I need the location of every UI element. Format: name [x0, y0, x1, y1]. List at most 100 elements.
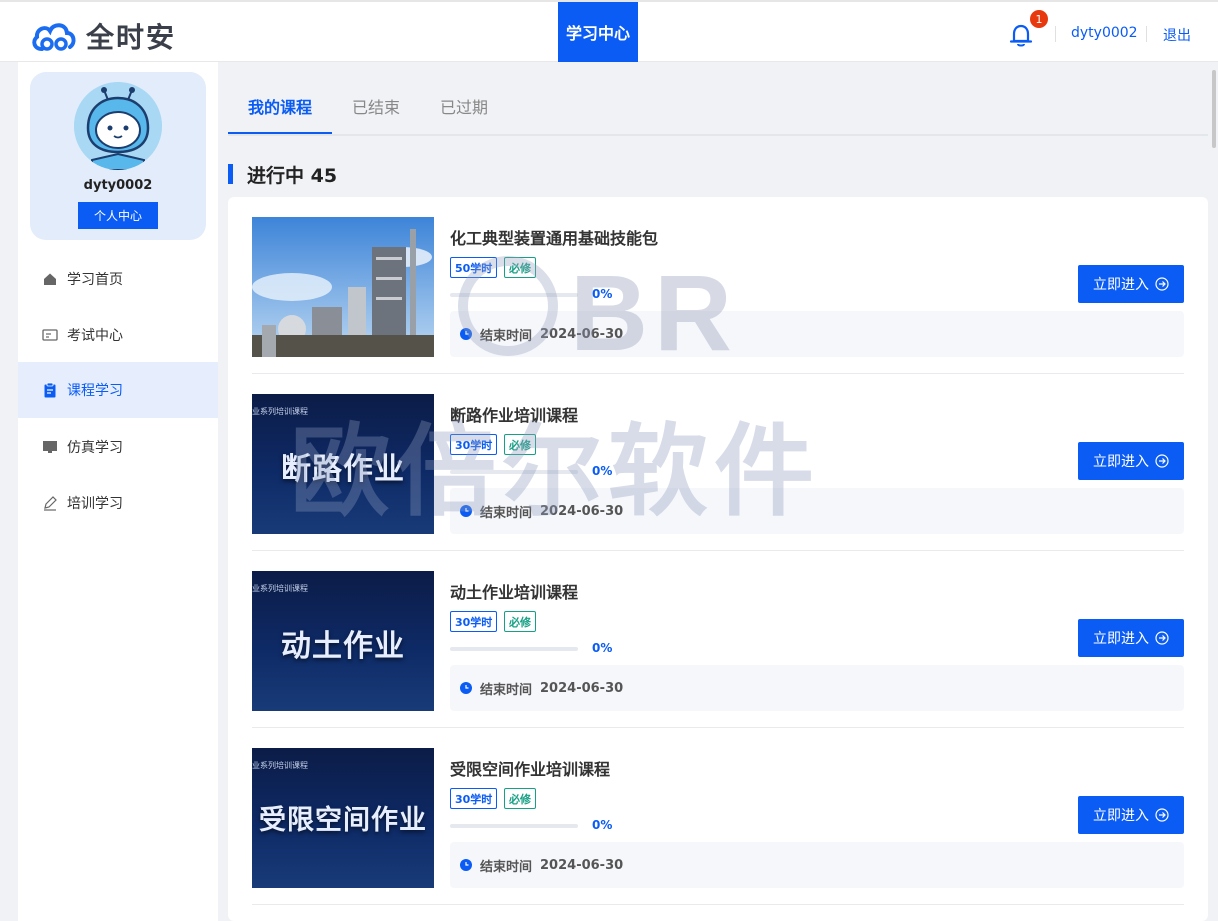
pen-icon [44, 496, 57, 511]
clock-icon [460, 682, 472, 694]
sidebar-item-label: 仿真学习 [67, 440, 123, 456]
end-time-label: 结束时间 [480, 859, 533, 875]
nav-learning-center[interactable]: 学习中心 [558, 2, 638, 62]
sidebar-item-exam[interactable]: 考试中心 [18, 307, 218, 363]
section-title: 进行中 45 [247, 164, 338, 187]
course-title[interactable]: 受限空间作业培训课程 [450, 756, 610, 780]
enter-button-label: 立即进入 [1093, 631, 1149, 647]
enter-course-button[interactable]: 立即进入 [1078, 265, 1184, 303]
tab-my-courses[interactable]: 我的课程 [248, 94, 312, 118]
sidebar-item-simulation[interactable]: 仿真学习 [18, 419, 218, 475]
end-time-value: 2024-06-30 [540, 857, 624, 873]
sidebar-item-course[interactable]: 课程学习 [18, 362, 218, 418]
hours-tag: 50学时 [450, 257, 498, 278]
sidebar: dyty0002 个人中心 学习首页 考试中心 课程学习 仿真学习 培训学习 [18, 62, 218, 921]
tab-expired[interactable]: 已过期 [440, 94, 488, 118]
avatar[interactable] [74, 82, 162, 170]
progress-bar [450, 470, 578, 474]
required-tag: 必修 [504, 611, 536, 632]
course-item: 业系列培训课程 断路作业 断路作业培训课程 30学时 必修 0% 结束时间 20… [252, 374, 1184, 551]
course-title[interactable]: 化工典型装置通用基础技能包 [450, 225, 658, 249]
progress-percent: 0% [592, 641, 613, 655]
personal-center-button[interactable]: 个人中心 [78, 202, 158, 229]
arrow-circle-right-icon [1155, 631, 1169, 645]
notification-badge: 1 [1030, 10, 1048, 28]
clipboard-icon [44, 382, 56, 398]
arrow-circle-right-icon [1155, 277, 1169, 291]
scrollbar-thumb[interactable] [1212, 70, 1216, 148]
top-header: 全时安 学习中心 1 dyty0002 退出 [0, 0, 1218, 62]
logout-link[interactable]: 退出 [1163, 25, 1191, 45]
required-tag: 必修 [504, 257, 536, 278]
chemical-plant-image [252, 217, 434, 357]
header-divider [1055, 26, 1056, 42]
header-divider [1146, 26, 1147, 42]
arrow-circle-right-icon [1155, 808, 1169, 822]
enter-button-label: 立即进入 [1093, 454, 1149, 470]
progress-bar [450, 293, 578, 297]
sidebar-item-label: 培训学习 [67, 496, 123, 512]
profile-name: dyty0002 [83, 178, 153, 193]
sidebar-item-label: 课程学习 [67, 383, 123, 399]
progress-percent: 0% [592, 818, 613, 832]
thumbnail-title: 动土作业 [281, 629, 405, 664]
required-tag: 必修 [504, 434, 536, 455]
clock-icon [460, 859, 472, 871]
course-list: 化工典型装置通用基础技能包 50学时 必修 0% 结束时间 2024-06-30… [228, 197, 1208, 921]
tab-finished[interactable]: 已结束 [352, 94, 400, 118]
course-thumbnail[interactable]: 业系列培训课程 动土作业 [252, 571, 434, 711]
clock-icon [460, 505, 472, 517]
section-heading: 进行中 45 [228, 163, 338, 187]
course-title[interactable]: 断路作业培训课程 [450, 402, 578, 426]
sidebar-item-home[interactable]: 学习首页 [18, 251, 218, 307]
progress-bar [450, 824, 578, 828]
hours-tag: 30学时 [450, 788, 498, 809]
profile-card: dyty0002 个人中心 [30, 72, 206, 240]
robot-avatar-icon [74, 82, 162, 170]
sidebar-item-label: 考试中心 [67, 328, 123, 344]
end-time-label: 结束时间 [480, 682, 533, 698]
progress-percent: 0% [592, 464, 613, 478]
enter-course-button[interactable]: 立即进入 [1078, 442, 1184, 480]
enter-course-button[interactable]: 立即进入 [1078, 619, 1184, 657]
enter-button-label: 立即进入 [1093, 277, 1149, 293]
end-time-box: 结束时间 2024-06-30 [450, 488, 1184, 534]
end-time-label: 结束时间 [480, 328, 533, 344]
hours-tag: 30学时 [450, 434, 498, 455]
id-card-icon [42, 329, 58, 341]
course-thumbnail[interactable]: 业系列培训课程 受限空间作业 [252, 748, 434, 888]
course-item: 业系列培训课程 受限空间作业 受限空间作业培训课程 30学时 必修 0% 结束时… [252, 728, 1184, 905]
progress-percent: 0% [592, 287, 613, 301]
end-time-value: 2024-06-30 [540, 326, 624, 342]
thumbnail-subtitle: 业系列培训课程 [252, 407, 308, 416]
required-tag: 必修 [504, 788, 536, 809]
thumbnail-title: 受限空间作业 [259, 805, 427, 836]
course-title[interactable]: 动土作业培训课程 [450, 579, 578, 603]
course-thumbnail[interactable]: 业系列培训课程 断路作业 [252, 394, 434, 534]
enter-course-button[interactable]: 立即进入 [1078, 796, 1184, 834]
logo-text: 全时安 [86, 21, 177, 54]
logo[interactable]: 全时安 [30, 16, 176, 56]
monitor-icon [43, 441, 57, 453]
thumbnail-subtitle: 业系列培训课程 [252, 761, 308, 770]
end-time-box: 结束时间 2024-06-30 [450, 665, 1184, 711]
active-tab-indicator [228, 132, 332, 134]
end-time-value: 2024-06-30 [540, 680, 624, 696]
section-accent-bar [228, 164, 233, 184]
arrow-circle-right-icon [1155, 454, 1169, 468]
bell-icon[interactable] [1008, 22, 1034, 48]
course-item: 业系列培训课程 动土作业 动土作业培训课程 30学时 必修 0% 结束时间 20… [252, 551, 1184, 728]
enter-button-label: 立即进入 [1093, 808, 1149, 824]
home-icon [44, 273, 56, 285]
clock-icon [460, 328, 472, 340]
course-item: 化工典型装置通用基础技能包 50学时 必修 0% 结束时间 2024-06-30… [252, 197, 1184, 374]
course-thumbnail-plant[interactable] [252, 217, 434, 357]
sidebar-item-training[interactable]: 培训学习 [18, 475, 218, 531]
thumbnail-subtitle: 业系列培训课程 [252, 584, 308, 593]
progress-bar [450, 647, 578, 651]
thumbnail-title: 断路作业 [281, 452, 405, 487]
sidebar-item-label: 学习首页 [67, 272, 123, 288]
course-tabs: 我的课程 已结束 已过期 [228, 62, 1208, 136]
header-username[interactable]: dyty0002 [1071, 25, 1138, 41]
end-time-value: 2024-06-30 [540, 503, 624, 519]
